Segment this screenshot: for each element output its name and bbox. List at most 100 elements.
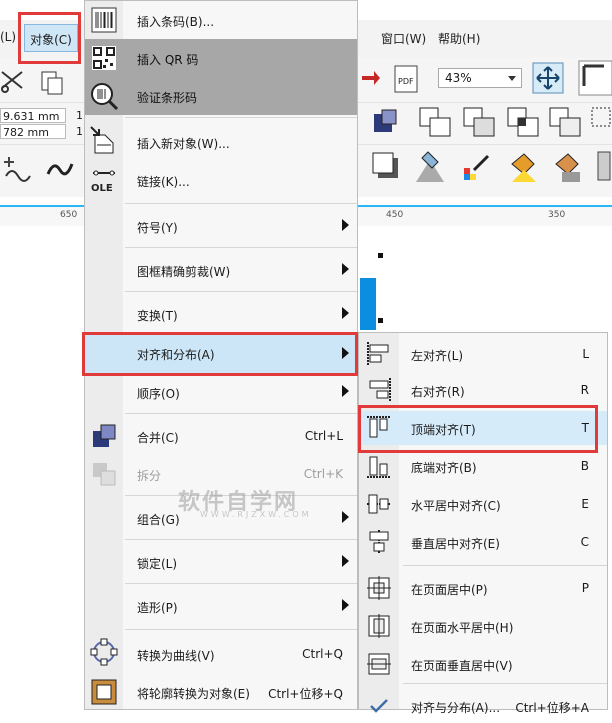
submenu-item-center-horizontally-on-page[interactable]: 在页面水平居中(H): [359, 609, 607, 643]
break-apart-icon: [93, 463, 116, 486]
ruler-label: 650: [60, 210, 78, 220]
submenu-item-shortcut: C: [580, 535, 589, 549]
menu-item-label: 锁定(L): [137, 557, 178, 571]
submenu-item-align-bottom[interactable]: 底端对齐(B) B: [359, 449, 607, 483]
submenu-separator: [403, 683, 607, 684]
submenu-item-align-right[interactable]: 右对齐(R) R: [359, 373, 607, 407]
x-position-field[interactable]: 9.631 mm: [0, 108, 66, 123]
align-horizontal-center-icon: [367, 494, 391, 514]
trim-icon[interactable]: [462, 106, 498, 138]
object-menu-highlight: [18, 12, 81, 64]
pdf-export-icon[interactable]: PDF: [392, 64, 422, 94]
menu-item-shaping[interactable]: 造形(P): [85, 587, 357, 625]
menu-item-shortcut: Ctrl+Q: [302, 647, 343, 661]
submenu-item-align-horizontal-center[interactable]: 水平居中对齐(C) E: [359, 487, 607, 521]
menu-separator: [125, 203, 357, 204]
import-icon[interactable]: [360, 66, 382, 94]
menu-separator: [125, 629, 357, 630]
submenu-item-shortcut: L: [582, 347, 589, 361]
align-left-icon: [367, 342, 389, 366]
menu-window[interactable]: 窗口(W): [381, 30, 426, 47]
menu-item-insert-new-object[interactable]: 插入新对象(W)...: [85, 121, 357, 161]
qr-code-icon: [92, 46, 116, 70]
selection-handle[interactable]: [378, 253, 383, 258]
menu-item-link[interactable]: OLE 链接(K)...: [85, 161, 357, 201]
front-minus-back-icon[interactable]: [590, 106, 612, 138]
page-layout-icon[interactable]: [578, 60, 612, 96]
submenu-arrow-icon: [342, 219, 349, 231]
submenu-item-label: 在页面居中(P): [411, 583, 488, 597]
submenu-item-label: 水平居中对齐(C): [411, 499, 501, 513]
zoom-level-select[interactable]: 43%: [438, 68, 522, 88]
intersect-icon[interactable]: [506, 106, 542, 138]
menu-item-powerclip[interactable]: 图框精确剪裁(W): [85, 251, 357, 289]
barcode-icon: [91, 7, 117, 33]
ole-link-icon: OLE: [91, 170, 115, 194]
selected-shape[interactable]: [360, 278, 376, 330]
center-to-page-icon: [367, 576, 391, 600]
curve-tool-icon[interactable]: [44, 154, 78, 186]
menu-item-symbol[interactable]: 符号(Y): [85, 207, 357, 245]
center-vertical-page-icon: [367, 653, 391, 675]
submenu-item-shortcut: P: [581, 581, 589, 595]
watermark-url: WWW.RJZXW.COM: [200, 510, 312, 519]
selection-handle[interactable]: [378, 318, 383, 323]
mesh-fill-icon[interactable]: [548, 148, 584, 186]
menu-item-transform[interactable]: 变换(T): [85, 295, 357, 333]
smart-fill-icon[interactable]: [0, 152, 36, 188]
copy-icon[interactable]: [38, 70, 66, 96]
menu-item-combine[interactable]: 合并(C) Ctrl+L: [85, 417, 357, 455]
submenu-item-center-to-page[interactable]: 在页面居中(P) P: [359, 571, 607, 605]
back-minus-front-icon[interactable]: [372, 108, 400, 138]
simplify-icon[interactable]: [548, 106, 584, 138]
submenu-item-label: 在页面垂直居中(V): [411, 659, 513, 673]
menu-help[interactable]: 帮助(H): [438, 30, 480, 47]
outline-to-object-icon: [91, 679, 117, 705]
ruler-label: 450: [386, 210, 404, 220]
menu-item-lock[interactable]: 锁定(L): [85, 543, 357, 581]
submenu-item-align-left[interactable]: 左对齐(L) L: [359, 337, 607, 371]
menu-item-shortcut: Ctrl+L: [304, 429, 343, 443]
center-horizontal-page-icon: [368, 614, 390, 638]
y-position-field[interactable]: 782 mm: [0, 124, 66, 139]
submenu-item-shortcut: Ctrl+位移+A: [515, 701, 589, 715]
submenu-item-label: 底端对齐(B): [411, 461, 477, 475]
submenu-item-label: 左对齐(L): [411, 349, 464, 363]
submenu-item-label: 在页面水平居中(H): [411, 621, 514, 635]
full-screen-icon[interactable]: [532, 62, 564, 94]
menu-layout-partial[interactable]: (L): [0, 30, 16, 44]
menu-separator: [125, 247, 357, 248]
interactive-fill-icon[interactable]: [504, 148, 540, 186]
align-right-icon: [369, 378, 391, 402]
insert-object-icon: [90, 126, 114, 154]
menu-item-label: 变换(T): [137, 309, 178, 323]
menu-item-label: 合并(C): [137, 431, 179, 445]
submenu-item-label: 垂直居中对齐(E): [411, 537, 500, 551]
color-eyedropper-icon[interactable]: [460, 148, 496, 186]
menu-item-convert-to-curves[interactable]: 转换为曲线(V) Ctrl+Q: [85, 633, 357, 673]
submenu-arrow-icon: [342, 263, 349, 275]
menu-item-insert-barcode[interactable]: 插入条码(B)...: [85, 1, 357, 39]
cut-icon[interactable]: [0, 68, 26, 94]
submenu-arrow-icon: [342, 555, 349, 567]
submenu-item-center-vertically-on-page[interactable]: 在页面垂直居中(V): [359, 647, 607, 681]
checkmark-icon: [370, 699, 388, 713]
menu-item-label: 造形(P): [137, 601, 178, 615]
weld-icon[interactable]: [418, 106, 454, 138]
submenu-arrow-icon: [342, 511, 349, 523]
transparency-tool-icon[interactable]: [412, 148, 448, 186]
outline-pen-icon[interactable]: [596, 148, 612, 186]
menu-item-shortcut: Ctrl+位移+Q: [268, 687, 343, 701]
menu-item-outline-to-object[interactable]: 将轮廓转换为对象(E) Ctrl+位移+Q: [85, 673, 357, 711]
menu-separator: [125, 539, 357, 540]
height-field-partial[interactable]: 1: [76, 125, 83, 138]
submenu-item-align-distribute-dialog[interactable]: 对齐与分布(A)... Ctrl+位移+A: [359, 689, 607, 723]
menu-item-label: 顺序(O): [137, 387, 180, 401]
menu-item-order[interactable]: 顺序(O): [85, 375, 357, 411]
drop-shadow-icon[interactable]: [370, 150, 404, 184]
menu-item-insert-qr[interactable]: 插入 QR 码: [85, 39, 357, 77]
submenu-item-align-vertical-center[interactable]: 垂直居中对齐(E) C: [359, 525, 607, 559]
menu-item-verify-barcode[interactable]: 验证条形码: [85, 77, 357, 115]
menu-item-label: 插入 QR 码: [137, 53, 199, 67]
width-field-partial[interactable]: 1: [76, 109, 83, 122]
